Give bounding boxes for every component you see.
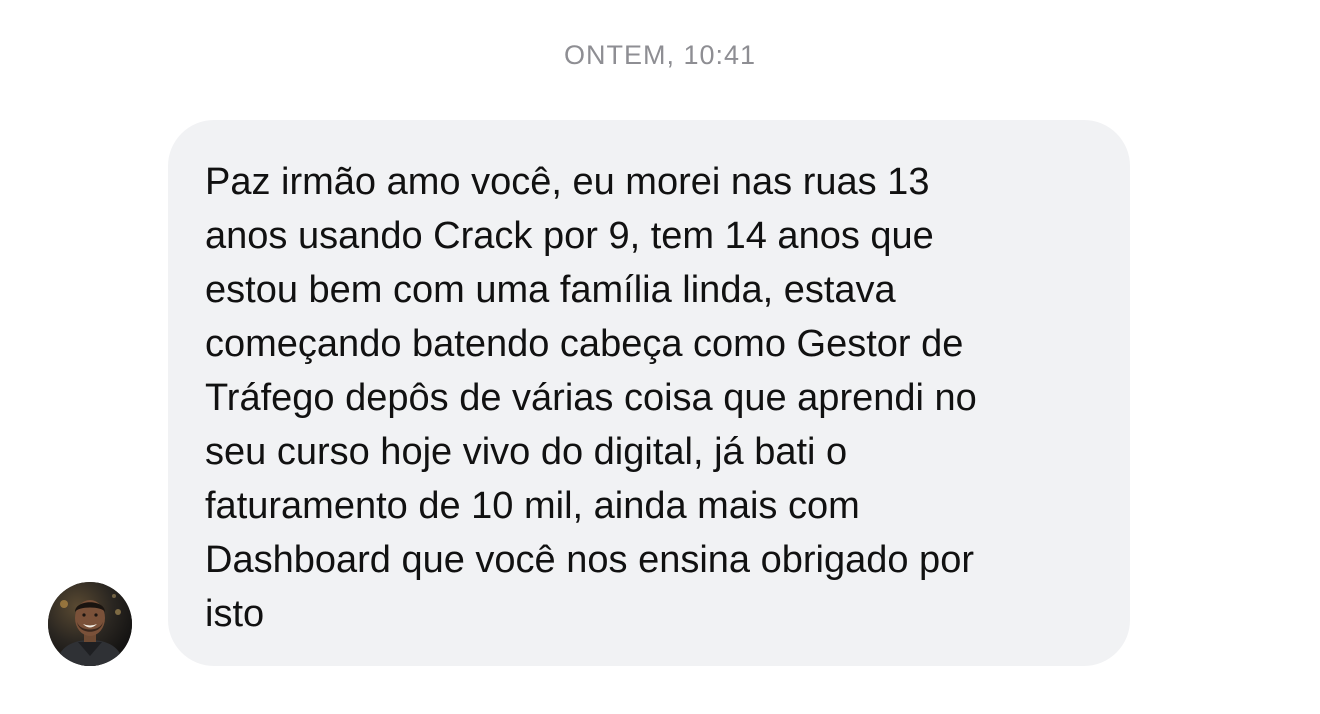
message-text: Paz irmão amo você, eu morei nas ruas 13… bbox=[205, 155, 1090, 641]
message-line: Tráfego depôs de várias coisa que aprend… bbox=[205, 377, 977, 419]
message-line: Dashboard que você nos ensina obrigado p… bbox=[205, 539, 974, 581]
message-line: anos usando Crack por 9, tem 14 anos que bbox=[205, 215, 934, 257]
message-line: começando batendo cabeça como Gestor de bbox=[205, 323, 964, 365]
message-line: Paz irmão amo você, eu morei nas ruas 13 bbox=[205, 161, 930, 203]
message-bubble[interactable]: Paz irmão amo você, eu morei nas ruas 13… bbox=[168, 120, 1130, 666]
message-line: isto bbox=[205, 593, 265, 635]
message-line: faturamento de 10 mil, ainda mais com bbox=[205, 485, 860, 527]
message-line: seu curso hoje vivo do digital, já bati … bbox=[205, 431, 848, 473]
message-line: estou bem com uma família linda, estava bbox=[205, 269, 896, 311]
message-timestamp: ONTEM, 10:41 bbox=[563, 40, 757, 70]
user-avatar-photo-icon bbox=[48, 582, 132, 666]
sender-avatar[interactable] bbox=[48, 582, 132, 666]
